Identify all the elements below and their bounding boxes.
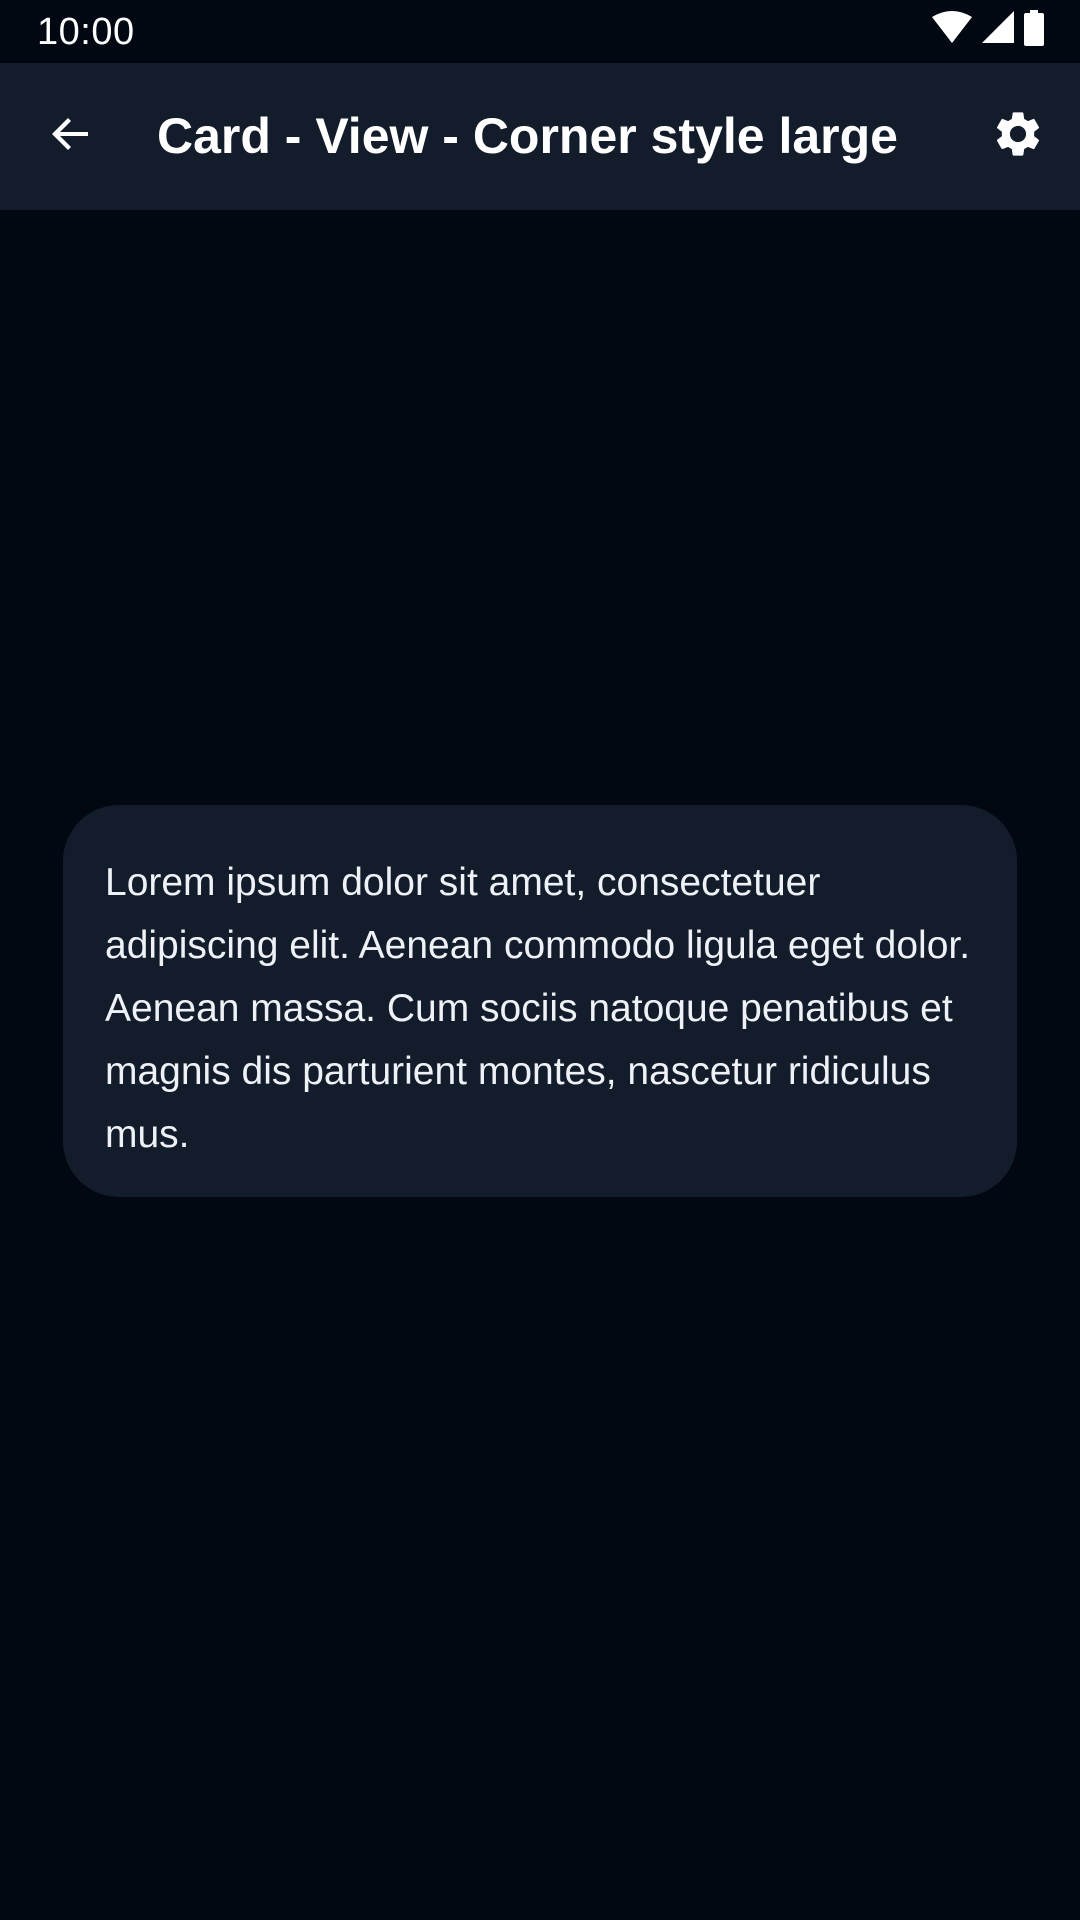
signal-icon xyxy=(982,10,1014,50)
card: Lorem ipsum dolor sit amet, consectetuer… xyxy=(63,805,1017,1197)
gear-icon xyxy=(991,107,1045,166)
wifi-icon xyxy=(932,10,972,50)
app-bar: Card - View - Corner style large xyxy=(0,63,1080,210)
status-time: 10:00 xyxy=(37,11,135,53)
page-title: Card - View - Corner style large xyxy=(157,108,898,164)
settings-button[interactable] xyxy=(982,100,1054,172)
status-bar: 10:00 xyxy=(0,0,1080,63)
arrow-back-icon xyxy=(46,110,94,163)
status-icons xyxy=(932,9,1044,51)
back-button[interactable] xyxy=(34,100,106,172)
battery-icon xyxy=(1024,9,1044,51)
screen: 10:00 Card - View - Corner style large L… xyxy=(0,0,1080,1920)
card-text: Lorem ipsum dolor sit amet, consectetuer… xyxy=(105,861,971,1156)
